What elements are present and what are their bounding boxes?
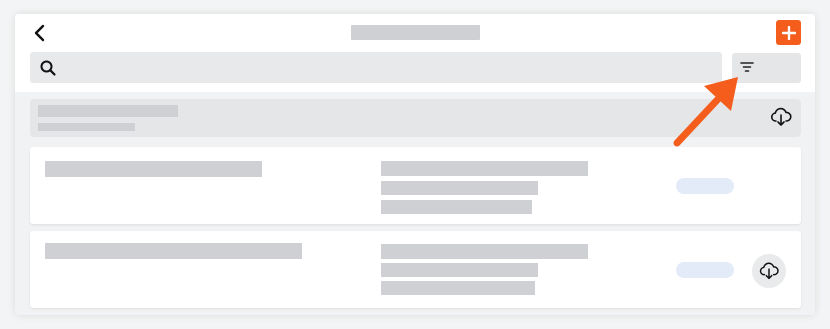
cloud-download-icon (771, 107, 792, 126)
app-window (15, 14, 815, 315)
item-title-placeholder (45, 243, 302, 259)
status-badge (676, 262, 734, 278)
header-title-placeholder (38, 105, 178, 117)
item-detail-placeholder (381, 200, 532, 214)
item-detail-placeholder (381, 181, 538, 195)
add-button[interactable] (776, 20, 801, 45)
status-badge (676, 178, 734, 194)
search-icon (39, 59, 57, 77)
download-all-button[interactable] (769, 105, 793, 129)
plus-icon (781, 25, 796, 40)
chevron-left-icon (34, 24, 45, 42)
filter-button[interactable] (732, 53, 801, 83)
list-item[interactable] (30, 147, 801, 224)
search-input[interactable] (57, 51, 722, 84)
filter-icon (740, 62, 754, 72)
item-title-placeholder (45, 161, 262, 177)
header-subtitle-placeholder (38, 123, 135, 131)
back-button[interactable] (29, 22, 49, 44)
download-button[interactable] (752, 254, 786, 288)
list-header-row[interactable] (30, 99, 801, 137)
item-detail-placeholder (381, 263, 538, 277)
list-item[interactable] (30, 231, 801, 308)
page-title-placeholder (351, 25, 480, 40)
top-bar (15, 14, 815, 92)
cloud-download-icon (759, 262, 779, 280)
item-detail-placeholder (381, 244, 588, 259)
item-detail-placeholder (381, 281, 535, 295)
search-bar[interactable] (30, 51, 722, 84)
item-detail-placeholder (381, 161, 588, 176)
